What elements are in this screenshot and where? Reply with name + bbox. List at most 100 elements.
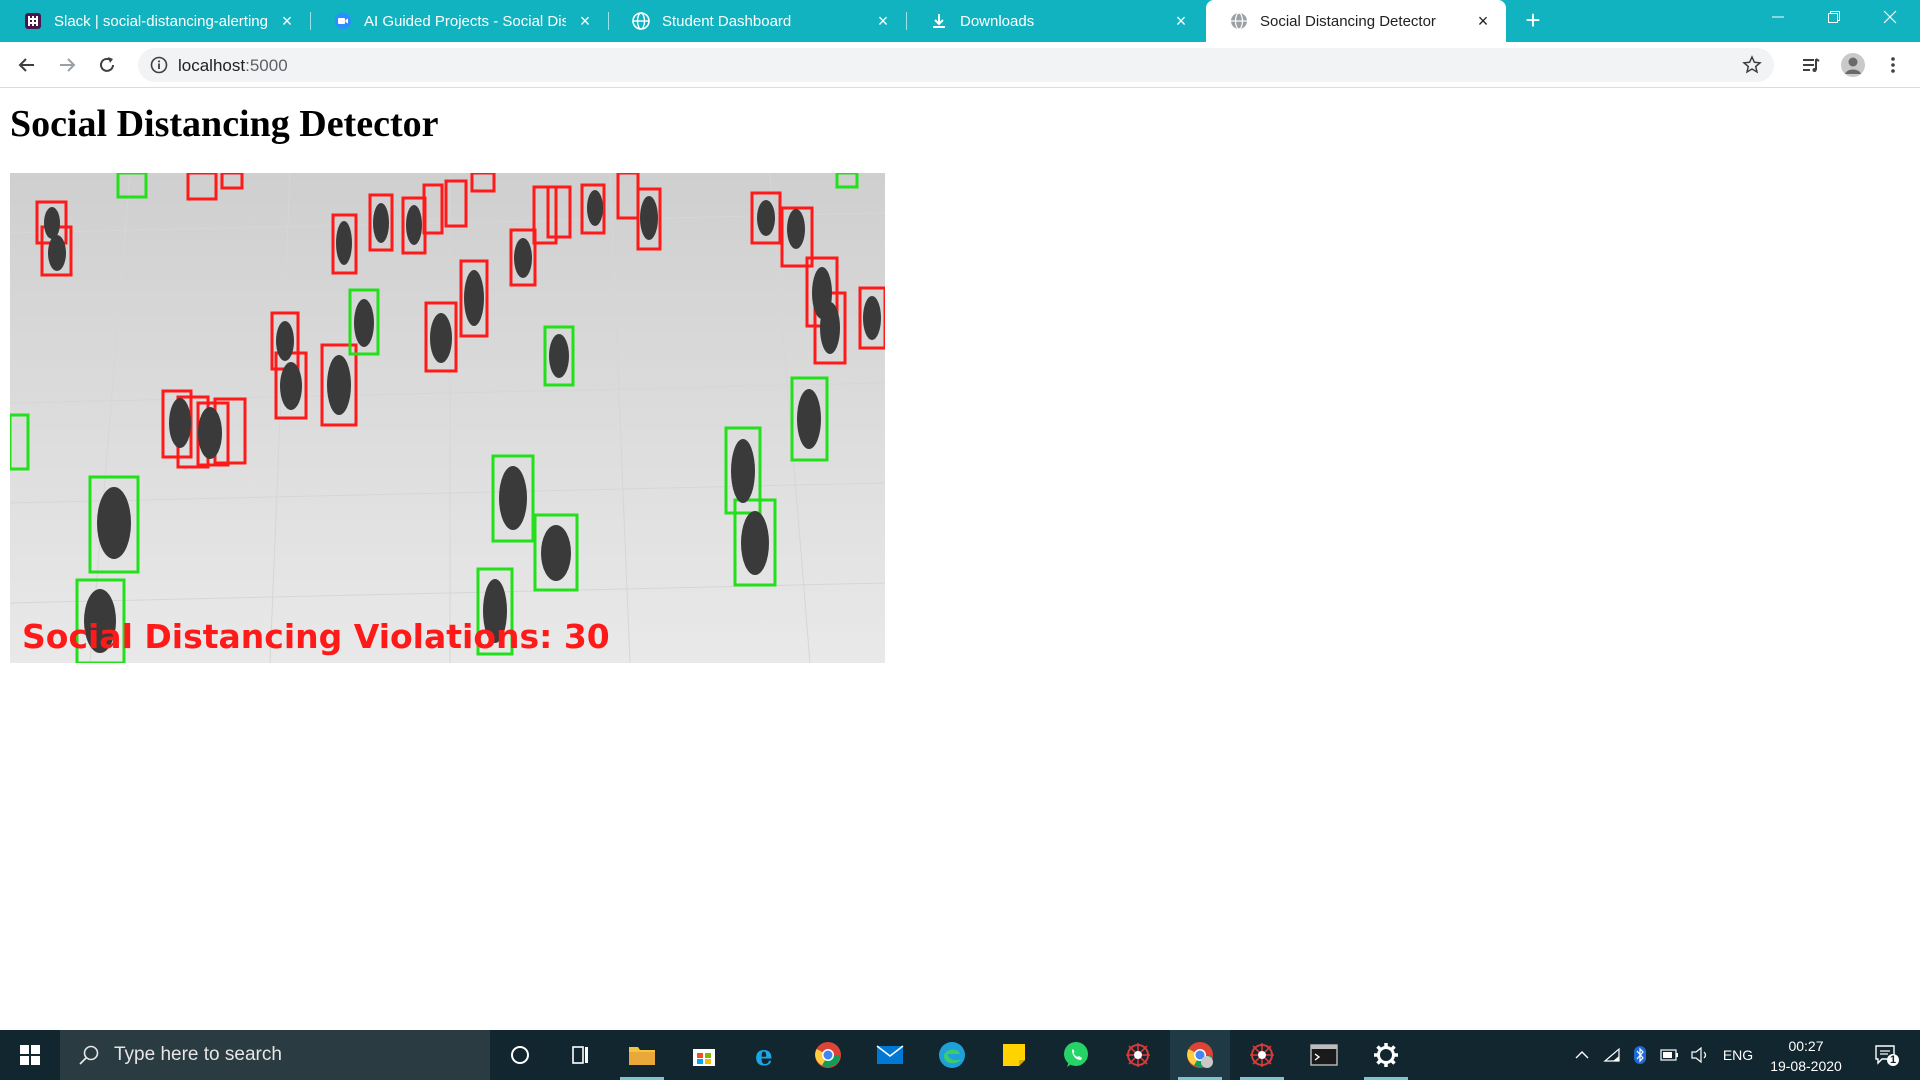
back-button[interactable] — [12, 50, 42, 80]
chrome-profile-button[interactable] — [1170, 1030, 1230, 1080]
show-hidden-icons-button[interactable] — [1570, 1030, 1594, 1080]
wifi-icon — [1603, 1047, 1620, 1062]
tab-downloads[interactable]: Downloads × — [906, 0, 1204, 42]
page-title: Social Distancing Detector — [10, 103, 439, 145]
start-button[interactable] — [0, 1030, 60, 1080]
page-content: Social Distancing Detector Social Distan… — [0, 88, 1920, 1030]
whatsapp-button[interactable] — [1046, 1030, 1106, 1080]
download-icon — [930, 12, 948, 30]
arrow-right-icon — [60, 58, 76, 72]
whatsapp-icon — [1064, 1042, 1088, 1067]
search-icon — [79, 1045, 99, 1065]
taskbar-search[interactable]: Type here to search — [60, 1030, 490, 1080]
restore-button[interactable] — [1806, 0, 1862, 34]
chrome-button[interactable] — [798, 1030, 858, 1080]
close-icon[interactable]: × — [576, 12, 594, 30]
sticky-notes-icon — [1003, 1044, 1025, 1066]
notification-count: 1 — [1889, 1054, 1897, 1066]
battery-button[interactable] — [1656, 1030, 1684, 1080]
file-explorer-button[interactable] — [612, 1030, 672, 1080]
url-host: localhost — [178, 56, 246, 75]
tab-student-dashboard[interactable]: Student Dashboard × — [608, 0, 906, 42]
close-icon[interactable]: × — [1474, 12, 1492, 30]
zoom-icon — [334, 12, 352, 30]
input-language[interactable]: ENG — [1718, 1030, 1758, 1080]
minimize-icon — [1772, 16, 1784, 18]
settings-icon — [1374, 1043, 1398, 1067]
terminal-button[interactable] — [1294, 1030, 1354, 1080]
edge-icon — [939, 1042, 965, 1068]
task-view-icon — [572, 1046, 588, 1064]
kebab-menu-icon — [1891, 57, 1895, 73]
reload-button[interactable] — [92, 50, 122, 80]
menu-button[interactable] — [1878, 50, 1908, 80]
floor-background — [10, 173, 885, 663]
chrome-icon — [815, 1042, 841, 1068]
clock-date: 19-08-2020 — [1770, 1058, 1842, 1074]
chrome-profile-icon — [1187, 1042, 1213, 1068]
svg-text:e: e — [755, 1040, 773, 1070]
playlist-icon — [1803, 58, 1820, 72]
bluetooth-button[interactable] — [1628, 1030, 1652, 1080]
browser-toolbar: localhost:5000 — [0, 42, 1920, 88]
mail-button[interactable] — [860, 1030, 920, 1080]
video-feed: Social Distancing Violations: 30 — [10, 173, 885, 663]
internet-explorer-button[interactable]: e — [736, 1030, 796, 1080]
new-tab-button[interactable]: + — [1520, 7, 1546, 34]
file-explorer-icon — [629, 1047, 655, 1065]
forward-button[interactable] — [52, 50, 82, 80]
violations-overlay-text: Social Distancing Violations: 30 — [22, 617, 610, 656]
store-button[interactable] — [674, 1030, 734, 1080]
slack-icon — [24, 12, 42, 30]
cortana-button[interactable] — [490, 1030, 550, 1080]
detection-frame: Social Distancing Violations: 30 — [10, 173, 885, 663]
tab-ai-guided-projects[interactable]: AI Guided Projects - Social Distan × — [310, 0, 608, 42]
internet-explorer-icon: e — [755, 1040, 773, 1070]
reload-icon — [100, 57, 114, 72]
taskbar-clock[interactable]: 00:27 19-08-2020 — [1766, 1036, 1846, 1076]
spider-app-2-button[interactable] — [1232, 1030, 1292, 1080]
close-icon[interactable]: × — [1172, 12, 1190, 30]
tab-social-distancing-detector[interactable]: Social Distancing Detector × — [1206, 0, 1506, 42]
star-icon[interactable] — [1742, 55, 1762, 75]
spider-app-icon — [1250, 1043, 1274, 1067]
cortana-icon — [511, 1046, 529, 1064]
tab-strip: Slack | social-distancing-alerting × AI … — [0, 0, 1920, 42]
tab-title: Student Dashboard — [662, 12, 792, 30]
action-center-button[interactable]: 1 — [1862, 1030, 1912, 1080]
windows-logo-icon — [20, 1045, 40, 1065]
speaker-icon — [1691, 1047, 1707, 1063]
globe-icon — [1230, 12, 1248, 30]
network-button[interactable] — [1600, 1030, 1624, 1080]
close-icon — [1883, 10, 1897, 24]
task-view-button[interactable] — [550, 1030, 610, 1080]
url-port: :5000 — [245, 56, 288, 75]
store-icon — [693, 1049, 715, 1066]
spider-app-icon — [1126, 1043, 1150, 1067]
address-bar[interactable]: localhost:5000 — [138, 48, 1774, 82]
tab-title: AI Guided Projects - Social Distan — [364, 12, 566, 30]
settings-button[interactable] — [1356, 1030, 1416, 1080]
sticky-notes-button[interactable] — [984, 1030, 1044, 1080]
close-icon[interactable]: × — [874, 12, 892, 30]
restore-icon — [1828, 11, 1840, 23]
tab-slack[interactable]: Slack | social-distancing-alerting × — [0, 0, 310, 42]
globe-icon — [632, 12, 650, 30]
minimize-button[interactable] — [1750, 0, 1806, 34]
spider-app-button[interactable] — [1108, 1030, 1168, 1080]
arrow-left-icon — [18, 58, 34, 72]
info-icon[interactable] — [150, 56, 168, 74]
media-control-button[interactable] — [1796, 50, 1826, 80]
url-text[interactable]: localhost:5000 — [178, 56, 288, 76]
bluetooth-icon — [1634, 1046, 1646, 1064]
search-placeholder: Type here to search — [114, 1044, 282, 1065]
profile-avatar[interactable] — [1838, 50, 1868, 80]
edge-button[interactable] — [922, 1030, 982, 1080]
close-icon[interactable]: × — [278, 12, 296, 30]
windows-taskbar: Type here to search e ENG 00:27 19-08-20… — [0, 1030, 1920, 1080]
battery-icon — [1660, 1049, 1678, 1061]
terminal-icon — [1310, 1044, 1338, 1066]
volume-button[interactable] — [1686, 1030, 1714, 1080]
close-window-button[interactable] — [1862, 0, 1918, 34]
mail-icon — [876, 1045, 904, 1064]
